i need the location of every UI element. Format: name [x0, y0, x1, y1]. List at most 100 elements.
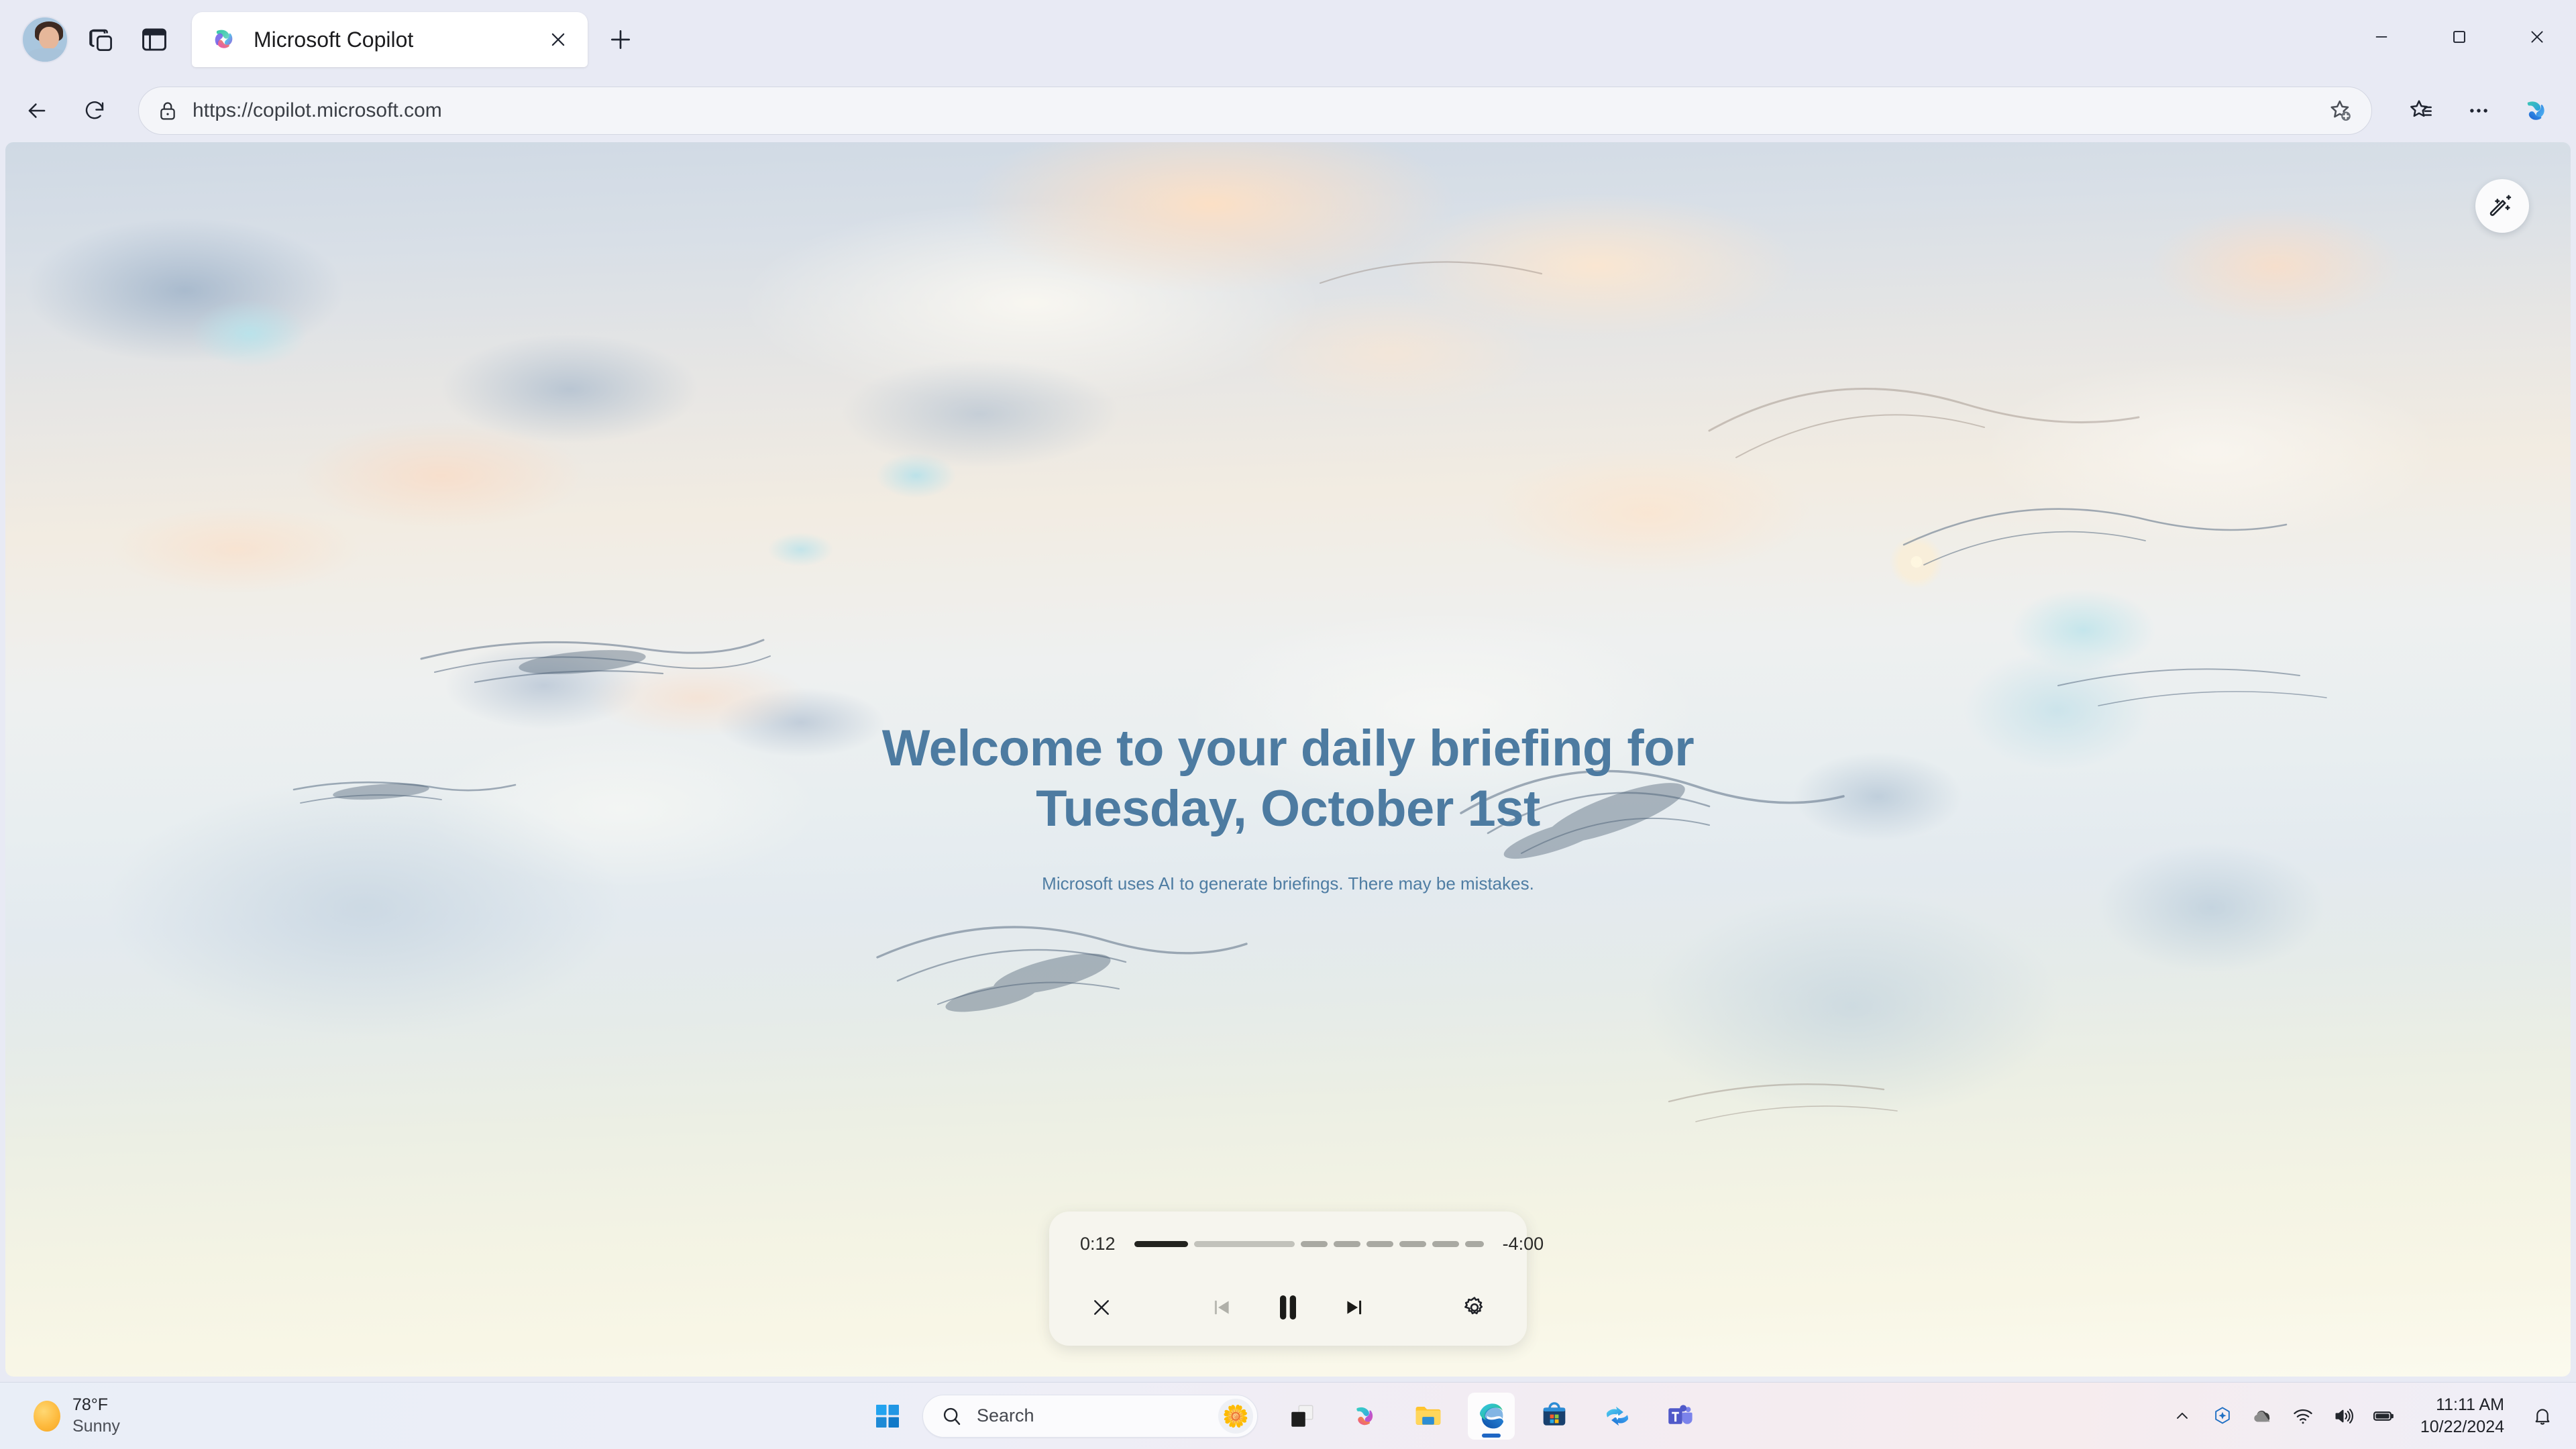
progress-dash: [1300, 1240, 1328, 1247]
player-progress-row: 0:12 -4:00: [1080, 1212, 1544, 1276]
gear-icon: [1464, 1297, 1483, 1315]
elapsed-time: 0:12: [1080, 1233, 1116, 1254]
clock-date: 10/22/2024: [2420, 1417, 2504, 1436]
task-view-icon: [1291, 1405, 1313, 1427]
system-tray: 11:11 AM 10/22/2024: [2163, 1391, 2561, 1441]
progress-filled: [1134, 1240, 1188, 1247]
chevron-up-icon: [2176, 1412, 2188, 1419]
volume-icon: [2335, 1408, 2353, 1424]
progress-dash: [1432, 1240, 1459, 1247]
add-favorite-button[interactable]: [2322, 92, 2359, 129]
progress-dash: [1366, 1240, 1393, 1247]
page-content: Welcome to your daily briefing for Tuesd…: [5, 142, 2571, 1377]
plus-icon: [610, 30, 631, 50]
battery-icon: [2373, 1411, 2394, 1421]
m365-copilot-icon: [1606, 1406, 1629, 1426]
back-arrow-icon: [28, 103, 46, 118]
close-icon: [1094, 1300, 1109, 1315]
tab-strip: Microsoft Copilot: [0, 0, 2576, 79]
microsoft-store-icon: [1543, 1401, 1566, 1426]
browser-toolbar: https://copilot.microsoft.com: [0, 79, 2576, 142]
weather-widget[interactable]: 78°F Sunny: [24, 1391, 129, 1441]
volume-button[interactable]: [2324, 1395, 2362, 1437]
profile-avatar[interactable]: [21, 16, 68, 63]
copilot-sidebar-button[interactable]: [2512, 86, 2561, 136]
briefing-hero: Welcome to your daily briefing for Tuesd…: [5, 142, 2571, 1377]
back-button[interactable]: [12, 86, 62, 136]
progress-scrubber[interactable]: [1134, 1240, 1484, 1248]
avatar-shirt: [27, 48, 67, 62]
avatar-face: [39, 27, 59, 50]
bell-icon: [2535, 1408, 2550, 1425]
more-options-button[interactable]: [2454, 86, 2504, 136]
taskbar-clock[interactable]: 11:11 AM 10/22/2024: [2414, 1391, 2510, 1441]
tray-copilot-button[interactable]: [2204, 1395, 2241, 1437]
address-bar[interactable]: https://copilot.microsoft.com: [138, 87, 2372, 135]
taskbar-item-file-explorer[interactable]: [1405, 1393, 1452, 1440]
progress-dash: [1399, 1240, 1426, 1247]
minimize-icon: [2375, 36, 2387, 38]
audio-player: 0:12 -4:00: [1049, 1212, 1544, 1346]
browser-tab[interactable]: Microsoft Copilot: [192, 12, 588, 67]
player-controls-row: [1080, 1276, 1496, 1346]
microsoft-edge-icon: [1479, 1403, 1504, 1428]
progress-dash: [1333, 1240, 1360, 1247]
next-button[interactable]: [1332, 1286, 1375, 1329]
lotus-icon: 🌼: [1218, 1398, 1253, 1434]
browser-window: Microsoft Copilot https://copilot.micros…: [0, 0, 2576, 1382]
refresh-button[interactable]: [70, 86, 119, 136]
sun-icon: [34, 1400, 60, 1432]
close-icon: [2531, 31, 2543, 43]
copilot-icon: [1356, 1407, 1373, 1425]
star-plus-icon: [2330, 100, 2351, 121]
ellipsis-icon: [2470, 109, 2487, 113]
progress-dash: [1464, 1240, 1484, 1247]
taskbar-item-microsoft-edge[interactable]: [1468, 1392, 1515, 1440]
previous-button[interactable]: [1201, 1286, 1244, 1329]
ai-disclaimer: Microsoft uses AI to generate briefings.…: [1042, 873, 1534, 894]
taskbar-item-microsoft-teams[interactable]: [1657, 1393, 1704, 1440]
refresh-icon: [85, 101, 104, 119]
transport-controls: [1201, 1286, 1375, 1329]
copilot-icon: [215, 30, 233, 48]
microsoft-teams-icon: [1668, 1404, 1693, 1424]
player-settings-button[interactable]: [1453, 1286, 1496, 1329]
search-input[interactable]: Search 🌼: [922, 1394, 1258, 1438]
copilot-icon: [2527, 101, 2544, 120]
windows-logo-icon: [876, 1404, 899, 1428]
copilot-tray-icon: [2215, 1407, 2230, 1424]
onedrive-button[interactable]: [2244, 1395, 2282, 1437]
previous-track-icon: [1214, 1300, 1229, 1315]
split-screen-icon: [142, 28, 166, 51]
split-screen-button[interactable]: [133, 18, 176, 61]
tab-search-button[interactable]: [79, 18, 122, 61]
close-player-button[interactable]: [1080, 1286, 1123, 1329]
show-hidden-icons-button[interactable]: [2163, 1395, 2201, 1437]
close-window-button[interactable]: [2498, 0, 2576, 74]
search-icon: [943, 1407, 961, 1425]
taskbar-center-group: Search 🌼: [866, 1392, 1710, 1440]
taskbar-item-m365-copilot[interactable]: [1594, 1393, 1641, 1440]
taskbar-item-task-view[interactable]: [1279, 1393, 1326, 1440]
minimize-button[interactable]: [2343, 0, 2420, 74]
favorites-button[interactable]: [2396, 86, 2446, 136]
onedrive-cloud-icon: [2254, 1410, 2270, 1421]
new-tab-button[interactable]: [600, 19, 641, 60]
maximize-button[interactable]: [2420, 0, 2498, 74]
notifications-button[interactable]: [2524, 1395, 2561, 1437]
clock-time: 11:11 AM: [2436, 1395, 2504, 1414]
start-button[interactable]: [866, 1395, 909, 1438]
favorites-star-icon: [2410, 100, 2432, 117]
page-title: Welcome to your daily briefing for Tuesd…: [881, 719, 1695, 837]
play-pause-button[interactable]: [1267, 1286, 1309, 1329]
url-text: https://copilot.microsoft.com: [193, 99, 442, 121]
tab-close-button[interactable]: [543, 25, 573, 54]
pause-icon: [1280, 1295, 1296, 1320]
maximize-icon: [2453, 31, 2465, 43]
window-controls: [2343, 0, 2576, 74]
network-button[interactable]: [2284, 1395, 2322, 1437]
taskbar-item-microsoft-store[interactable]: [1531, 1393, 1578, 1440]
lock-icon: [156, 99, 179, 122]
taskbar-item-copilot[interactable]: [1342, 1393, 1389, 1440]
battery-button[interactable]: [2365, 1395, 2402, 1437]
